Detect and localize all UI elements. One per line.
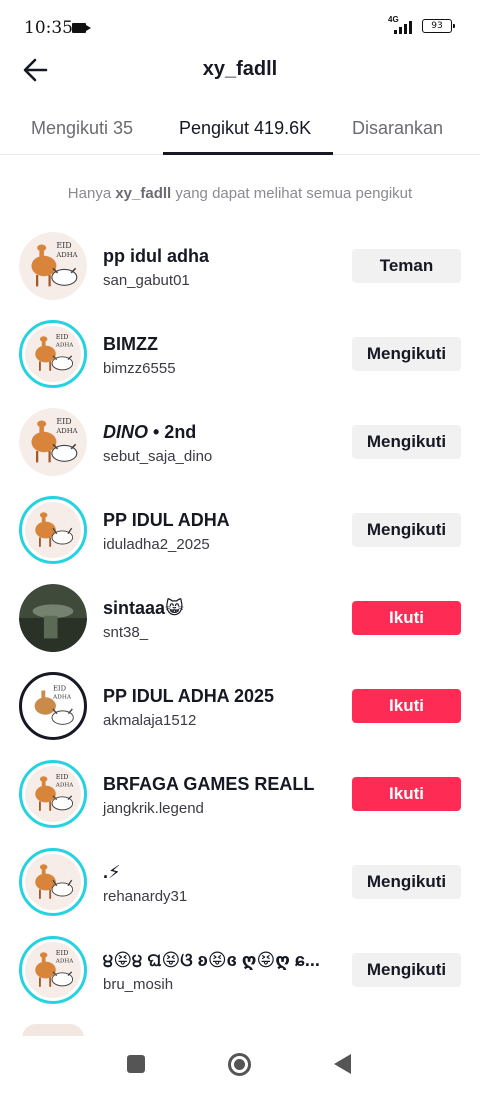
avatar-text-adha: ADHA xyxy=(55,427,77,435)
header: xy_fadll xyxy=(0,48,480,92)
tab-followers[interactable]: Pengikut 419.6K xyxy=(179,118,311,139)
display-name-italic: DINO xyxy=(103,422,148,442)
avatar[interactable]: EID ADHA xyxy=(19,320,87,388)
status-time: 10:35 xyxy=(24,18,73,38)
tab-following[interactable]: Mengikuti 35 xyxy=(31,118,133,139)
notice-username: xy_fadll xyxy=(115,185,172,202)
follower-row[interactable]: EID ADHA PP IDUL ADHA 2025 akmalaja1512 … xyxy=(0,662,480,750)
avatar[interactable] xyxy=(19,496,87,564)
follow-button[interactable]: Ikuti xyxy=(352,689,461,723)
following-button[interactable]: Mengikuti xyxy=(352,513,461,547)
avatar-text-eid: EID xyxy=(56,949,69,957)
follower-username: san_gabut01 xyxy=(103,272,190,289)
display-name-suffix: • 2nd xyxy=(148,422,197,442)
avatar[interactable] xyxy=(19,848,87,916)
tab-bar: Mengikuti 35 Pengikut 419.6K Disarankan xyxy=(0,104,480,155)
video-camera-icon xyxy=(72,23,91,33)
follower-display-name: PP IDUL ADHA 2025 xyxy=(103,686,275,706)
follower-username: jangkrik.legend xyxy=(103,800,204,817)
battery-level: 93 xyxy=(431,21,443,31)
avatar[interactable]: EID ADHA xyxy=(19,760,87,828)
follower-row[interactable]: EID ADHA pp idul adha san_gabut01 Teman xyxy=(0,222,480,310)
follower-display-name: PP IDUL ADHA xyxy=(103,510,230,530)
home-icon[interactable] xyxy=(228,1053,251,1076)
active-tab-indicator xyxy=(163,152,333,155)
avatar-text-eid: EID xyxy=(56,241,71,250)
follower-username: bimzz6555 xyxy=(103,360,176,377)
avatar[interactable]: EID ADHA xyxy=(19,232,87,300)
follower-username: bru_mosih xyxy=(103,976,174,993)
follower-display-name: BRFAGA GAMES REALL xyxy=(103,774,315,794)
status-indicators: 4G 93 xyxy=(388,15,455,34)
follower-row[interactable]: EID ADHA ੪😝੪ ଘ😝ଓ ʚ😝ɞ ღ😝ღ ɕ... bru_mosih … xyxy=(0,926,480,1014)
follower-row[interactable]: EID ADHA BIMZZ bimzz6555 Mengikuti xyxy=(0,310,480,398)
follower-display-name: sintaaa😸 xyxy=(103,598,184,618)
avatar-text-adha: ADHA xyxy=(55,251,77,259)
following-button[interactable]: Mengikuti xyxy=(352,865,461,899)
follower-row[interactable]: EID ADHA BRFAGA GAMES REALL jangkrik.leg… xyxy=(0,750,480,838)
friends-button[interactable]: Teman xyxy=(352,249,461,283)
avatar-text-adha: ADHA xyxy=(55,343,74,349)
avatar-text-adha: ADHA xyxy=(55,959,74,965)
follower-list: EID ADHA pp idul adha san_gabut01 Teman … xyxy=(0,222,480,1014)
follower-username: iduladha2_2025 xyxy=(103,536,210,553)
avatar-text-eid: EID xyxy=(53,685,67,693)
follower-display-name: ੪😝੪ ଘ😝ଓ ʚ😝ɞ ღ😝ღ ɕ... xyxy=(103,950,320,970)
following-button[interactable]: Mengikuti xyxy=(352,337,461,371)
notice-suffix: yang dapat melihat semua pengikut xyxy=(171,185,413,202)
avatar-text-adha: ADHA xyxy=(52,694,72,700)
avatar[interactable]: EID ADHA xyxy=(19,408,87,476)
privacy-notice: Hanya xy_fadll yang dapat melihat semua … xyxy=(0,185,480,202)
notice-prefix: Hanya xyxy=(67,185,116,202)
avatar-text-eid: EID xyxy=(56,333,69,341)
follower-display-name: DINO • 2nd xyxy=(103,422,196,443)
avatar[interactable]: EID ADHA xyxy=(19,672,87,740)
status-bar: 10:35 4G 93 xyxy=(0,0,480,48)
avatar-text-eid: EID xyxy=(56,417,71,426)
recent-apps-icon[interactable] xyxy=(127,1055,145,1073)
follower-row[interactable]: .⚡ rehanardy31 Mengikuti xyxy=(0,838,480,926)
follow-button[interactable]: Ikuti xyxy=(352,601,461,635)
avatar-text-eid: EID xyxy=(56,773,69,781)
system-navigation-bar xyxy=(0,1036,480,1094)
avatar[interactable] xyxy=(19,584,87,652)
signal-strength-icon: 4G xyxy=(388,15,414,34)
page-title: xy_fadll xyxy=(202,58,278,80)
follower-username: snt38_ xyxy=(103,624,149,641)
back-triangle-icon[interactable] xyxy=(334,1054,351,1074)
follower-username: akmalaja1512 xyxy=(103,712,197,729)
follower-username: rehanardy31 xyxy=(103,888,188,905)
avatar[interactable]: EID ADHA xyxy=(19,936,87,1004)
following-button[interactable]: Mengikuti xyxy=(352,953,461,987)
network-type-label: 4G xyxy=(388,15,399,24)
avatar-text-adha: ADHA xyxy=(55,783,74,789)
follow-button[interactable]: Ikuti xyxy=(352,777,461,811)
follower-row[interactable]: PP IDUL ADHA iduladha2_2025 Mengikuti xyxy=(0,486,480,574)
battery-icon: 93 xyxy=(422,19,455,33)
tab-suggested[interactable]: Disarankan xyxy=(352,118,443,139)
follower-display-name: .⚡ xyxy=(103,862,121,882)
follower-username: sebut_saja_dino xyxy=(103,448,213,465)
follower-display-name: pp idul adha xyxy=(103,246,209,266)
following-button[interactable]: Mengikuti xyxy=(352,425,461,459)
follower-row[interactable]: sintaaa😸 snt38_ Ikuti xyxy=(0,574,480,662)
follower-display-name: BIMZZ xyxy=(103,334,158,354)
follower-row[interactable]: EID ADHA DINO • 2nd sebut_saja_dino Meng… xyxy=(0,398,480,486)
